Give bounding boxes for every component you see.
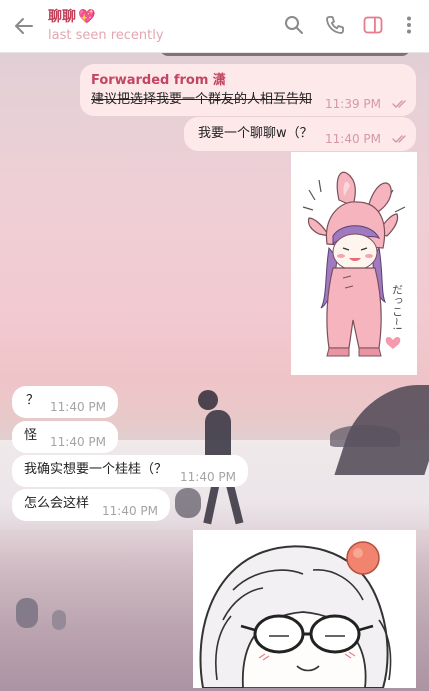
double-check-icon — [392, 135, 406, 143]
bunny-chibi-illustration: だっこ~! — [302, 171, 406, 357]
search-button[interactable] — [283, 14, 305, 36]
arrow-left-icon — [15, 18, 33, 34]
message-time: 11:40 PM — [325, 132, 381, 146]
wallpaper-child — [175, 488, 201, 518]
message-bubble-incoming[interactable]: 我确实想要一个桂桂（？ 11:40 PM — [12, 455, 248, 487]
chat-header: 聊聊 💖 last seen recently — [0, 0, 429, 53]
double-check-icon — [392, 100, 406, 108]
search-icon — [285, 16, 303, 34]
back-button[interactable] — [10, 12, 38, 40]
message-bubble-forwarded[interactable]: Forwarded from 潇 建议把选择我要一个群友的人相互告知 11:39… — [80, 64, 416, 116]
chat-status: last seen recently — [48, 28, 164, 43]
wallpaper-rock-small — [330, 425, 400, 447]
message-bubble-incoming[interactable]: ？ 11:40 PM — [12, 386, 118, 418]
more-vertical-icon — [407, 16, 411, 34]
message-time: 11:40 PM — [50, 435, 106, 449]
call-button[interactable] — [324, 14, 346, 36]
chat-title[interactable]: 聊聊 💖 — [48, 6, 95, 26]
message-bubble-outgoing[interactable]: 我要一个聊聊w（？ 11:40 PM — [184, 117, 416, 151]
wallpaper-person-head — [198, 390, 218, 410]
message-text: 怎么会这样 — [24, 496, 90, 511]
message-text: 建议把选择我要一个群友的人相互告知 — [91, 92, 313, 107]
heart-emoji-icon: 💖 — [78, 9, 96, 25]
sticker-handwritten-text: だっこ~! — [391, 284, 404, 331]
message-text: 我确实想要一个桂桂（？ — [24, 462, 168, 477]
message-bubble-incoming[interactable]: 怪 11:40 PM — [12, 421, 118, 453]
message-bubble-incoming[interactable]: 怎么会这样 11:40 PM — [12, 489, 170, 521]
message-time: 11:40 PM — [102, 504, 158, 518]
message-text: ？ — [26, 393, 40, 408]
message-time: 11:40 PM — [50, 400, 106, 414]
forwarded-label: Forwarded from 潇 — [91, 73, 226, 88]
sidebar-toggle-icon — [363, 16, 383, 34]
chat-title-text: 聊聊 — [48, 9, 76, 25]
message-text: 怪 — [24, 428, 38, 443]
message-time: 11:39 PM — [325, 97, 381, 111]
more-options-button[interactable] — [398, 14, 420, 36]
sidebar-toggle-button[interactable] — [362, 14, 384, 36]
glasses-chibi-illustration — [199, 541, 392, 688]
sticker-bunny-chibi[interactable]: だっこ~! — [291, 152, 417, 375]
phone-icon — [326, 16, 344, 34]
sticker-glasses-chibi[interactable] — [193, 530, 416, 688]
message-text: 我要一个聊聊w（？ — [198, 126, 313, 141]
message-time: 11:40 PM — [180, 470, 236, 484]
